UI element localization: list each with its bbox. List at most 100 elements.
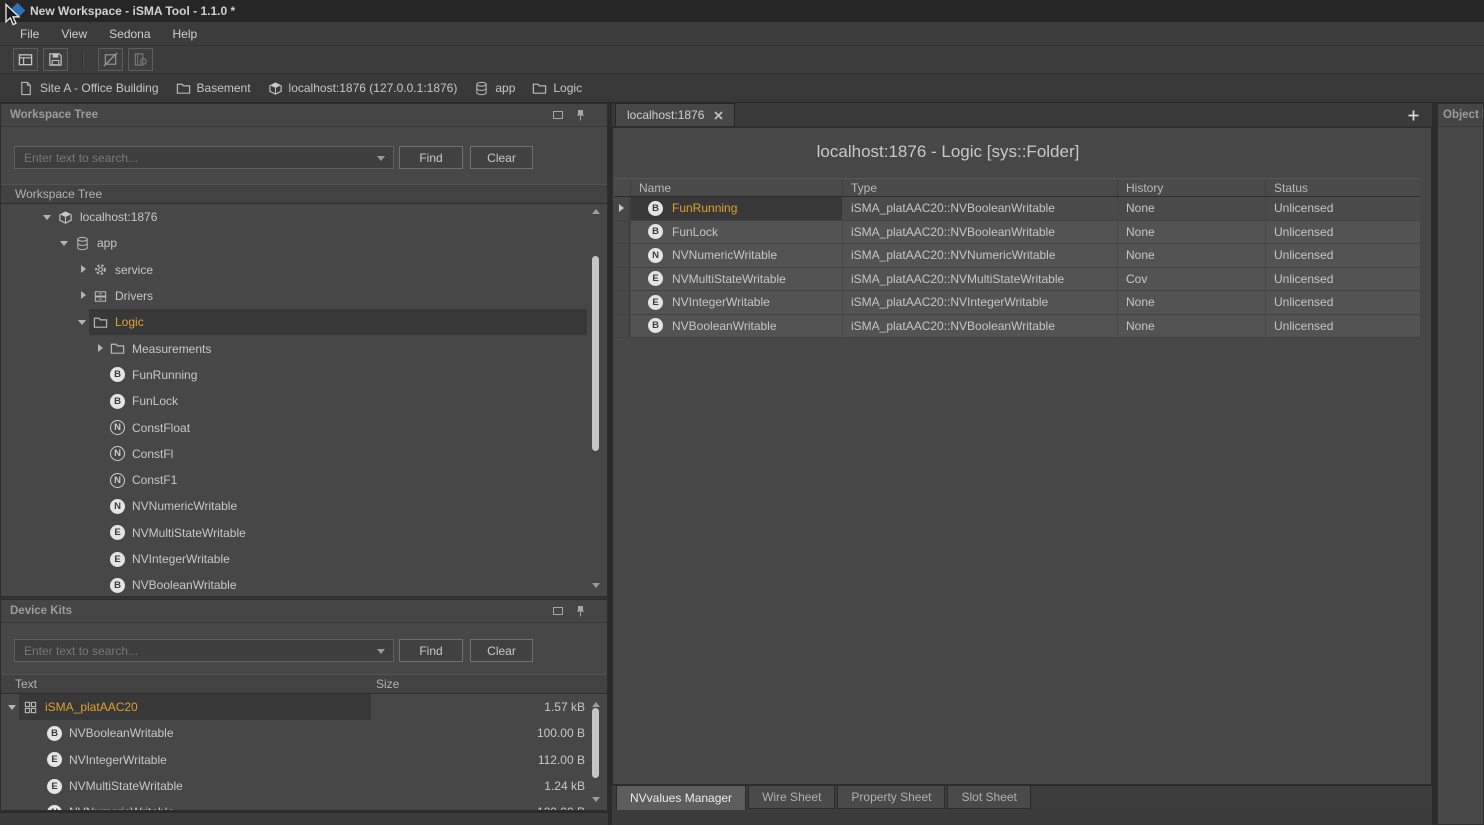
breadcrumb-item-app[interactable]: app xyxy=(474,81,515,96)
kit-row-nvbooleanwritable[interactable]: B NVBooleanWritable 100.00 B xyxy=(1,720,607,746)
collapse-icon[interactable] xyxy=(42,211,54,223)
float-panel-icon[interactable] xyxy=(553,111,563,119)
tree-item-measurements[interactable]: Measurements xyxy=(1,335,607,361)
menu-file[interactable]: File xyxy=(9,27,50,41)
kit-row-nvintegerwritable[interactable]: E NVIntegerWritable 112.00 B xyxy=(1,747,607,773)
tree-item-funlock[interactable]: B FunLock xyxy=(1,388,607,414)
row-gutter xyxy=(614,197,630,220)
menu-view[interactable]: View xyxy=(50,27,98,41)
table-row-funlock[interactable]: B FunLock iSMA_platAAC20::NVBooleanWrita… xyxy=(614,221,1420,245)
wire-sheet-button[interactable] xyxy=(98,48,123,71)
table-row-nvmultistatewritable[interactable]: E NVMultiStateWritable iSMA_platAAC20::N… xyxy=(614,268,1420,292)
selected-tree-item[interactable]: Logic xyxy=(89,309,587,335)
tab-slot-sheet[interactable]: Slot Sheet xyxy=(947,786,1030,809)
breadcrumb-item-basement[interactable]: Basement xyxy=(176,81,251,96)
device-kits-scrollbar[interactable] xyxy=(588,699,604,805)
document-icon xyxy=(19,81,34,96)
tree-item-constfl[interactable]: N ConstFl xyxy=(1,441,607,467)
table-row-nvbooleanwritable[interactable]: B NVBooleanWritable iSMA_platAAC20::NVBo… xyxy=(614,315,1420,339)
tree-item-constf1[interactable]: N ConstF1 xyxy=(1,467,607,493)
tree-item-nvintegerwritable[interactable]: E NVIntegerWritable xyxy=(1,546,607,572)
breadcrumb-item-localhost[interactable]: localhost:1876 (127.0.0.1:1876) xyxy=(268,81,458,96)
save-workspace-button[interactable] xyxy=(43,48,68,71)
tab-property-sheet[interactable]: Property Sheet xyxy=(837,786,945,809)
selected-kit-item[interactable]: iSMA_platAAC20 xyxy=(19,694,371,720)
dropdown-arrow-icon[interactable] xyxy=(377,156,385,161)
tab-wire-sheet[interactable]: Wire Sheet xyxy=(748,786,835,809)
scroll-up-icon[interactable] xyxy=(592,209,600,214)
clear-button[interactable]: Clear xyxy=(470,639,533,662)
scroll-down-icon[interactable] xyxy=(592,583,600,588)
search-input[interactable]: Enter text to search... xyxy=(14,639,394,662)
add-tab-button[interactable] xyxy=(1405,107,1422,124)
enum-badge-icon: E xyxy=(110,525,125,540)
find-button[interactable]: Find xyxy=(399,639,463,662)
find-button[interactable]: Find xyxy=(399,146,463,169)
column-header-name[interactable]: Name xyxy=(630,179,842,196)
kit-row-isma-plataac20[interactable]: iSMA_platAAC20 1.57 kB xyxy=(1,694,607,720)
tab-localhost-1876[interactable]: localhost:1876 xyxy=(615,103,735,126)
menu-help[interactable]: Help xyxy=(162,27,209,41)
tree-item-localhost[interactable]: localhost:1876 xyxy=(1,204,607,230)
tree-item-nvmultistatewritable[interactable]: E NVMultiStateWritable xyxy=(1,520,607,546)
pin-icon[interactable] xyxy=(576,109,585,121)
enum-badge-icon: E xyxy=(110,552,125,567)
kit-browser-icon xyxy=(133,52,148,67)
breadcrumb-item-site[interactable]: Site A - Office Building xyxy=(19,81,159,96)
enum-badge-icon: E xyxy=(47,752,62,767)
close-icon[interactable] xyxy=(714,111,723,120)
expand-icon[interactable] xyxy=(77,264,89,276)
tree-item-service[interactable]: service xyxy=(1,257,607,283)
tree-item-app[interactable]: app xyxy=(1,230,607,256)
collapse-icon[interactable] xyxy=(59,237,71,249)
kit-browser-button[interactable] xyxy=(128,48,153,71)
gear-icon xyxy=(93,262,108,277)
expand-icon[interactable] xyxy=(94,343,106,355)
menu-sedona[interactable]: Sedona xyxy=(98,27,161,41)
new-workspace-button[interactable] xyxy=(13,48,38,71)
scroll-down-icon[interactable] xyxy=(592,797,600,802)
bottom-panel-edge xyxy=(0,811,608,825)
title-bar[interactable]: New Workspace - iSMA Tool - 1.1.0 * xyxy=(0,0,1484,22)
tree-item-funrunning[interactable]: B FunRunning xyxy=(1,362,607,388)
kit-row-nvmultistatewritable[interactable]: E NVMultiStateWritable 1.24 kB xyxy=(1,773,607,799)
expand-icon[interactable] xyxy=(77,290,89,302)
breadcrumb-item-logic[interactable]: Logic xyxy=(532,81,582,96)
nv-values-table: Name Type History Status B FunRunning iS… xyxy=(614,178,1420,338)
workspace-tree-panel: Workspace Tree Enter text to search... F… xyxy=(0,103,608,597)
tab-nvvalues-manager[interactable]: NVvalues Manager xyxy=(616,786,746,811)
menu-bar: File View Sedona Help xyxy=(0,22,1484,45)
table-row-funrunning[interactable]: B FunRunning iSMA_platAAC20::NVBooleanWr… xyxy=(614,197,1420,221)
table-row-nvintegerwritable[interactable]: E NVIntegerWritable iSMA_platAAC20::NVIn… xyxy=(614,291,1420,315)
dropdown-arrow-icon[interactable] xyxy=(377,649,385,654)
pin-icon[interactable] xyxy=(576,605,585,617)
column-header-history[interactable]: History xyxy=(1117,179,1265,196)
scrollbar-thumb[interactable] xyxy=(592,256,599,451)
search-input[interactable]: Enter text to search... xyxy=(14,146,394,169)
device-kits-column-header[interactable]: Text Size xyxy=(1,674,607,694)
boolean-badge-icon: B xyxy=(110,367,125,382)
collapse-icon[interactable] xyxy=(77,316,89,328)
tree-item-constfloat[interactable]: N ConstFloat xyxy=(1,414,607,440)
scrollbar-thumb[interactable] xyxy=(592,708,599,778)
mouse-cursor-icon xyxy=(3,3,21,27)
tree-item-nvnumericwritable[interactable]: N NVNumericWritable xyxy=(1,493,607,519)
tree-item-drivers[interactable]: Drivers xyxy=(1,283,607,309)
tree-item-nvbooleanwritable[interactable]: B NVBooleanWritable xyxy=(1,572,607,595)
workspace-tree: localhost:1876 app xyxy=(1,204,607,595)
table-row-nvnumericwritable[interactable]: N NVNumericWritable iSMA_platAAC20::NVNu… xyxy=(614,244,1420,268)
scroll-up-icon[interactable] xyxy=(592,702,600,707)
kit-row-nvnumericwritable[interactable]: N NVNumericWritable 120.00 B xyxy=(1,799,607,810)
column-header-type[interactable]: Type xyxy=(842,179,1117,196)
main-tab-bar: localhost:1876 xyxy=(612,103,1432,127)
clear-button[interactable]: Clear xyxy=(470,146,533,169)
workspace-tree-column-header[interactable]: Workspace Tree xyxy=(1,184,607,204)
tree-item-logic[interactable]: Logic xyxy=(1,309,607,335)
numeric-badge-icon: N xyxy=(110,420,125,435)
kit-size: 100.00 B xyxy=(537,726,585,740)
column-header-status[interactable]: Status xyxy=(1265,179,1420,196)
collapse-icon[interactable] xyxy=(7,701,19,713)
float-panel-icon[interactable] xyxy=(553,607,563,615)
boolean-badge-icon: B xyxy=(648,201,663,216)
workspace-tree-scrollbar[interactable] xyxy=(588,206,604,591)
